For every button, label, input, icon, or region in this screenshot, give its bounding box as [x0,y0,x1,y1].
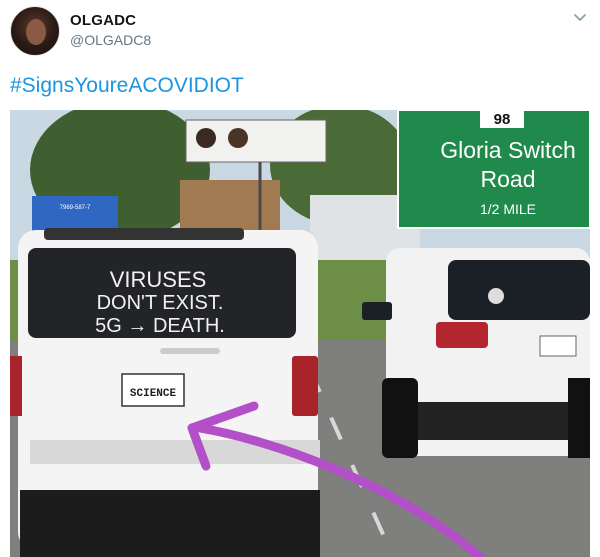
small-sign-text: 7969-587-7 [60,205,91,211]
sign-line2: Road [481,166,536,192]
chevron-down-icon[interactable] [572,10,588,26]
billboard-person-2 [228,128,248,148]
license-plate-text: SCIENCE [130,388,177,400]
route-number: 98 [494,111,511,128]
window-text-line3: 5G → DEATH. [95,315,225,337]
tweet-card: OLGADC @OLGADC8 #SignsYoureACOVIDIOT 796… [0,0,600,557]
window-text-line1: VIRUSES [110,267,207,292]
sign-distance: 1/2 MILE [480,201,536,217]
suv-right [362,248,590,458]
photo-scene: 7969-587-7 98 Gloria Switch Road 1/2 MIL… [10,110,590,557]
display-name[interactable]: OLGADC [70,12,136,29]
avatar[interactable] [10,6,60,56]
hashtag-link[interactable]: #SignsYoureACOVIDIOT [10,74,244,98]
user-handle[interactable]: @OLGADC8 [70,32,151,48]
tweet-photo[interactable]: 7969-587-7 98 Gloria Switch Road 1/2 MIL… [10,110,590,557]
billboard-person-1 [196,128,216,148]
window-text-line2: DON'T EXIST. [97,292,224,314]
avatar-face [26,19,46,45]
sign-line1: Gloria Switch [440,137,575,163]
